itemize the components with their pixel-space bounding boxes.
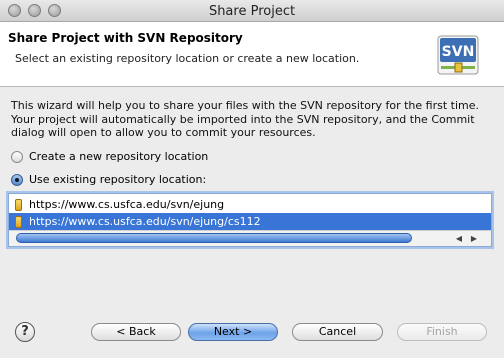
- cancel-button[interactable]: Cancel: [292, 323, 383, 341]
- create-new-location-option[interactable]: Create a new repository location: [11, 150, 208, 163]
- use-existing-label: Use existing repository location:: [29, 173, 207, 186]
- repository-row-selected[interactable]: https://www.cs.usfca.edu/svn/ejung/cs112: [9, 213, 491, 230]
- header-subtitle: Select an existing repository location o…: [15, 52, 360, 65]
- help-icon[interactable]: ?: [15, 322, 35, 342]
- description-line: Your project will automatically be impor…: [11, 112, 475, 126]
- create-new-radio[interactable]: [11, 150, 23, 163]
- svn-logo-icon: SVN: [437, 35, 479, 75]
- scroll-right-arrow-icon[interactable]: ▶: [468, 233, 480, 244]
- title-bar: Share Project: [0, 0, 504, 22]
- horizontal-scrollbar[interactable]: ◀ ▶: [9, 230, 491, 246]
- svg-text:SVN: SVN: [442, 44, 475, 60]
- use-existing-location-option[interactable]: Use existing repository location:: [11, 173, 206, 186]
- scrollbar-thumb[interactable]: [16, 233, 412, 243]
- description-line: This wizard will help you to share your …: [11, 99, 479, 112]
- share-project-window: Share Project Share Project with SVN Rep…: [0, 0, 504, 358]
- repository-url: https://www.cs.usfca.edu/svn/ejung: [29, 198, 225, 211]
- finish-button[interactable]: Finish: [397, 323, 487, 341]
- repository-list[interactable]: https://www.cs.usfca.edu/svn/ejung https…: [8, 193, 492, 247]
- description-line: dialog will open to allow you to commit …: [11, 126, 316, 139]
- create-new-label: Create a new repository location: [29, 150, 209, 163]
- header-title: Share Project with SVN Repository: [8, 31, 243, 45]
- repository-icon: [15, 198, 22, 211]
- repository-row[interactable]: https://www.cs.usfca.edu/svn/ejung: [9, 196, 491, 213]
- back-button[interactable]: < Back: [91, 323, 181, 341]
- wizard-header: Share Project with SVN Repository Select…: [0, 22, 504, 87]
- next-button[interactable]: Next >: [188, 323, 278, 341]
- wizard-description: This wizard will help you to share your …: [11, 99, 495, 140]
- use-existing-radio[interactable]: [11, 173, 23, 186]
- repository-url: https://www.cs.usfca.edu/svn/ejung/cs112: [29, 215, 261, 228]
- window-title: Share Project: [208, 4, 296, 19]
- scroll-left-arrow-icon[interactable]: ◀: [453, 233, 465, 244]
- repository-icon: [15, 215, 22, 228]
